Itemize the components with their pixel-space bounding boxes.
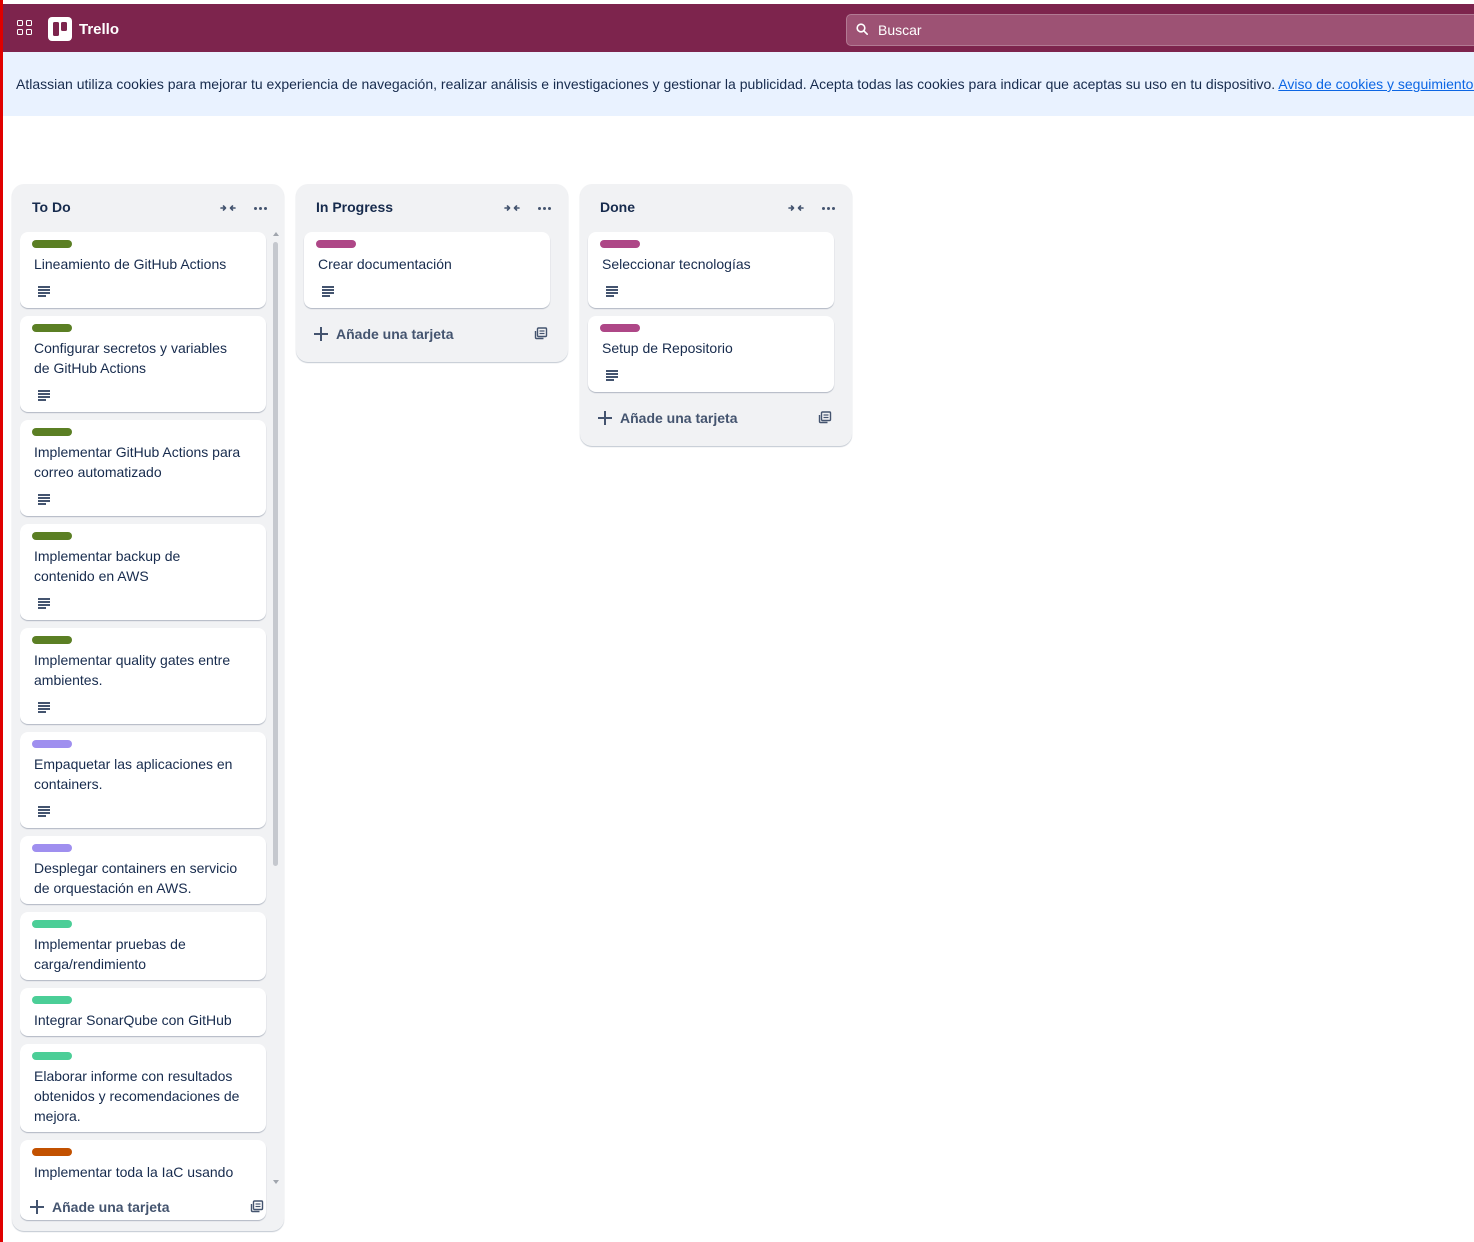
cookie-banner-text: Atlassian utiliza cookies para mejorar t… — [16, 76, 1474, 92]
description-icon — [38, 702, 50, 713]
card-title: Implementar quality gates entre ambiente… — [34, 652, 231, 688]
card-title: Implementar backup de contenido en AWS — [34, 548, 181, 584]
card[interactable]: Seleccionar tecnologías — [588, 232, 834, 308]
trello-board-page: Trello Atlassian utiliza cookies para me… — [0, 0, 1474, 1242]
list-header: To Do — [12, 196, 284, 220]
card-label[interactable] — [32, 996, 72, 1004]
card-title: Elaborar informe con resultados obtenido… — [34, 1068, 240, 1124]
collapse-list-icon[interactable] — [500, 196, 524, 220]
list-scrollbar[interactable] — [272, 232, 280, 1184]
add-card-label: Añade una tarjeta — [620, 410, 738, 426]
card-title: Integrar SonarQube con GitHub — [34, 1012, 232, 1028]
card-template-icon[interactable] — [250, 1199, 264, 1213]
card[interactable]: Implementar backup de contenido en AWS — [20, 524, 266, 620]
card-label[interactable] — [32, 740, 72, 748]
trello-logo-icon — [48, 17, 72, 41]
plus-icon — [30, 1200, 44, 1214]
card[interactable]: Integrar SonarQube con GitHub — [20, 988, 266, 1036]
card-label[interactable] — [600, 324, 640, 332]
search-box[interactable] — [846, 14, 1474, 46]
card-title: Desplegar containers en servicio de orqu… — [34, 860, 238, 896]
add-card-button[interactable]: Añade una tarjeta — [304, 318, 560, 350]
card-title: Crear documentación — [318, 256, 452, 272]
card-template-icon[interactable] — [818, 410, 832, 424]
card[interactable]: Desplegar containers en servicio de orqu… — [20, 836, 266, 904]
add-card-button[interactable]: Añade una tarjeta — [588, 402, 844, 434]
card-label[interactable] — [32, 532, 72, 540]
description-icon — [606, 286, 618, 297]
list-header: Done — [580, 196, 852, 220]
description-icon — [38, 598, 50, 609]
card-label[interactable] — [32, 636, 72, 644]
card-label[interactable] — [32, 428, 72, 436]
card[interactable]: Setup de Repositorio — [588, 316, 834, 392]
card-label[interactable] — [32, 324, 72, 332]
add-card-label: Añade una tarjeta — [336, 326, 454, 342]
search-icon — [856, 23, 868, 35]
description-icon — [322, 286, 334, 297]
card-label[interactable] — [32, 844, 72, 852]
cookie-message: Atlassian utiliza cookies para mejorar t… — [16, 76, 1276, 92]
card-title: Setup de Repositorio — [602, 340, 733, 356]
card-title: Lineamiento de GitHub Actions — [34, 256, 227, 272]
description-icon — [606, 370, 618, 381]
plus-icon — [598, 411, 612, 425]
list-done: Done Seleccionar tecnologías Setup de Repo… — [580, 184, 852, 446]
card[interactable]: Crear documentación — [304, 232, 550, 308]
card-title: Implementar GitHub Actions para correo a… — [34, 444, 241, 480]
description-icon — [38, 390, 50, 401]
apps-grid-icon[interactable] — [17, 20, 33, 36]
card-list: Lineamiento de GitHub Actions Configurar … — [20, 232, 272, 1232]
card-title: Empaquetar las aplicaciones en container… — [34, 756, 233, 792]
list-title[interactable]: Done — [600, 199, 635, 215]
collapse-list-icon[interactable] — [216, 196, 240, 220]
card-title: Implementar toda la IaC usando — [34, 1164, 234, 1180]
card-label[interactable] — [32, 240, 72, 248]
card-label[interactable] — [32, 1052, 72, 1060]
description-icon — [38, 494, 50, 505]
cookie-banner: Atlassian utiliza cookies para mejorar t… — [3, 52, 1474, 116]
plus-icon — [314, 327, 328, 341]
add-card-button[interactable]: Añade una tarjeta — [20, 1191, 276, 1223]
more-horizontal-icon[interactable] — [532, 196, 556, 220]
card[interactable]: Implementar pruebas de carga/rendimiento — [20, 912, 266, 980]
trello-logo[interactable]: Trello — [48, 17, 119, 41]
card[interactable]: Implementar GitHub Actions para correo a… — [20, 420, 266, 516]
list-title[interactable]: To Do — [32, 199, 71, 215]
collapse-list-icon[interactable] — [784, 196, 808, 220]
top-navigation-bar: Trello — [3, 4, 1474, 52]
list-to-do: To Do Lineamiento de GitHub Actions Config… — [12, 184, 284, 1231]
card[interactable]: Implementar quality gates entre ambiente… — [20, 628, 266, 724]
card-title: Configurar secretos y variables de GitHu… — [34, 340, 227, 376]
app-name: Trello — [79, 20, 120, 38]
list-header: In Progress — [296, 196, 568, 220]
search-input[interactable] — [878, 15, 1438, 45]
more-horizontal-icon[interactable] — [816, 196, 840, 220]
list-in-progress: In Progress Crear documentación Añade una … — [296, 184, 568, 362]
description-icon — [38, 286, 50, 297]
card[interactable]: Lineamiento de GitHub Actions — [20, 232, 266, 308]
card[interactable]: Empaquetar las aplicaciones en container… — [20, 732, 266, 828]
cookie-notice-link[interactable]: Aviso de cookies y seguimiento de — [1278, 76, 1474, 92]
card-label[interactable] — [600, 240, 640, 248]
card-label[interactable] — [32, 1148, 72, 1156]
card-template-icon[interactable] — [534, 326, 548, 340]
card[interactable]: Configurar secretos y variables de GitHu… — [20, 316, 266, 412]
description-icon — [38, 806, 50, 817]
add-card-label: Añade una tarjeta — [52, 1199, 170, 1215]
card-label[interactable] — [32, 920, 72, 928]
card-title: Seleccionar tecnologías — [602, 256, 751, 272]
card[interactable]: Elaborar informe con resultados obtenido… — [20, 1044, 266, 1132]
more-horizontal-icon[interactable] — [248, 196, 272, 220]
window-edge — [0, 0, 3, 1242]
card-title: Implementar pruebas de carga/rendimiento — [34, 936, 186, 972]
list-title[interactable]: In Progress — [316, 199, 393, 215]
card-label[interactable] — [316, 240, 356, 248]
